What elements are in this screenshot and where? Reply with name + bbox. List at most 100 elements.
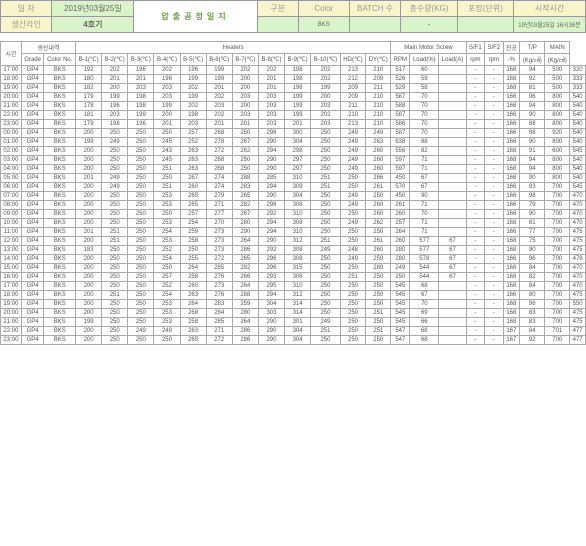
table-cell: 268 [206,165,232,174]
table-cell: 700 [545,237,570,246]
table-cell: BKS [44,66,76,75]
table-cell: GP4 [21,156,44,165]
table-cell: 265 [180,336,206,345]
table-cell: 279 [206,192,232,201]
table-cell: - [466,165,484,174]
color-label: Color [298,1,349,17]
table-cell: 288 [232,174,258,183]
table-cell: 264 [180,300,206,309]
table-cell: 200 [76,147,102,156]
table-cell: 15:00 [1,264,22,273]
table-cell: GP4 [21,309,44,318]
table-cell: 294 [258,183,284,192]
table-cell: 250 [340,264,365,273]
table-cell: 67 [410,174,439,183]
table-cell: 700 [545,300,570,309]
table-cell: 800 [545,174,570,183]
table-cell: 21:00 [1,102,22,111]
table-cell: - [466,336,484,345]
table-cell: 202 [180,84,206,93]
table-cell: 250 [340,336,365,345]
table-cell: 263 [180,156,206,165]
table-cell: 249 [340,219,365,228]
table-cell: 250 [154,210,180,219]
table-row: 19:00GP4BKS18220020320320220120020119819… [1,84,586,93]
table-cell: 202 [154,66,180,75]
table-cell: 203 [102,111,128,120]
table-cell: - [466,219,484,228]
table-row: 06:00GP4BKS20024925025126027428329430925… [1,183,586,192]
col-vacsub: -% [503,54,520,66]
table-cell: 202 [311,75,341,84]
table-cell: 245 [154,138,180,147]
table-cell: 250 [366,336,391,345]
table-cell: 203 [311,102,341,111]
gubun-value [257,17,298,33]
table-cell: 13:00 [1,246,22,255]
table-cell: 213 [340,66,365,75]
table-cell: 203 [311,120,341,129]
table-cell: 250 [102,219,128,228]
table-cell: 21:00 [1,318,22,327]
table-cell [439,66,466,75]
table-row: 22:00GP4BKS20025024924926327128629030425… [1,327,586,336]
table-cell: BKS [44,336,76,345]
table-cell: 540 [570,129,586,138]
table-cell: 250 [366,318,391,327]
table-cell: 250 [128,273,154,282]
table-cell: 250 [340,282,365,291]
table-cell: GP4 [21,138,44,147]
table-cell: 294 [258,228,284,237]
table-cell: 312 [285,237,311,246]
table-cell: 250 [128,264,154,273]
table-cell: 638 [391,138,410,147]
table-cell: - [485,165,503,174]
table-cell: 254 [154,291,180,300]
table-cell: 16:00 [1,273,22,282]
table-cell: 96 [520,255,545,264]
starttime-label: 시작시간 [514,1,586,17]
table-cell: 199 [180,93,206,102]
table-cell: 251 [311,237,341,246]
table-cell: 203 [258,102,284,111]
table-cell: 250 [340,174,365,183]
table-cell: - [485,75,503,84]
table-cell: BKS [44,147,76,156]
table-cell: 296 [258,264,284,273]
table-cell: GP4 [21,75,44,84]
table-cell: - [466,327,484,336]
table-cell: - [466,210,484,219]
table-cell: - [485,102,503,111]
table-cell: 540 [570,120,586,129]
table-row: 17:00GP4BKS20025025025226027326429531025… [1,282,586,291]
table-cell: BKS [44,237,76,246]
table-cell: 196 [102,102,128,111]
table-cell: 273 [206,282,232,291]
table-cell: 168 [503,246,520,255]
col-motor-group: Main Motor Screw [391,42,466,54]
table-cell: 202 [180,102,206,111]
table-cell: 310 [285,282,311,291]
table-cell: 285 [258,174,284,183]
table-cell: 250 [128,183,154,192]
table-cell: 20:00 [1,309,22,318]
table-cell: GP4 [21,219,44,228]
table-cell: 250 [391,273,410,282]
table-cell: BKS [44,228,76,237]
table-cell: 588 [391,102,410,111]
table-cell: 260 [391,210,410,219]
table-cell: 201 [102,75,128,84]
table-cell: 254 [180,219,206,228]
table-cell: 700 [545,210,570,219]
table-cell: 556 [391,147,410,156]
table-cell: - [466,66,484,75]
table-cell: 18:00 [1,75,22,84]
table-cell: 02:00 [1,147,22,156]
table-cell: 200 [76,327,102,336]
table-cell: 67 [439,264,466,273]
table-cell: 167 [503,327,520,336]
table-cell: 298 [258,201,284,210]
table-cell [439,165,466,174]
table-cell: 268 [180,309,206,318]
table-cell: 92 [520,75,545,84]
